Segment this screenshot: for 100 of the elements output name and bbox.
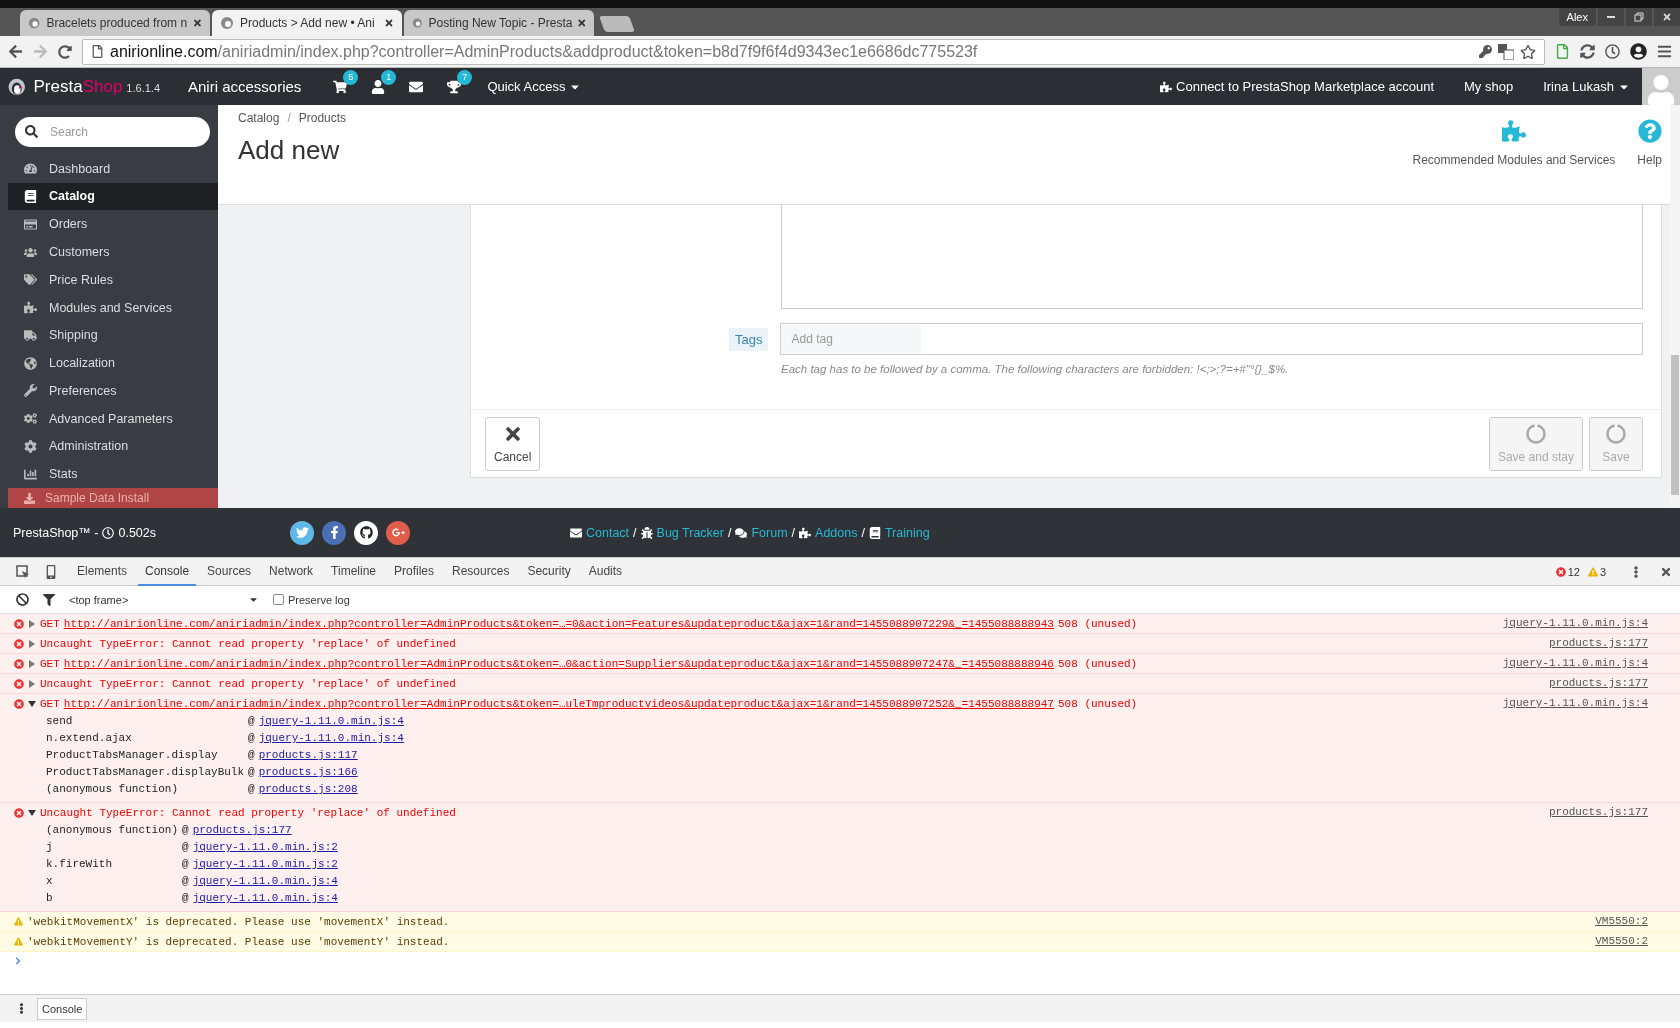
address-bar[interactable]: anirionline.com/aniriadmin/index.php?controller=AdminProducts&addproduct&token=b8d7f9f6f4d9343ec1e6686dc775523f	[82, 38, 1545, 65]
drawer-tab[interactable]: Console	[37, 997, 88, 1020]
mobile-icon[interactable]	[44, 564, 58, 579]
close-icon[interactable]	[384, 18, 394, 28]
source-link[interactable]: products.js:208	[258, 783, 404, 795]
trophy-icon[interactable]	[447, 79, 462, 94]
footer-link[interactable]: Training	[868, 525, 930, 540]
breadcrumb-link[interactable]: Products	[298, 111, 347, 125]
facebook-button[interactable]	[322, 520, 346, 545]
source-link[interactable]: VM5550:2	[1595, 915, 1648, 927]
reload-icon[interactable]	[58, 44, 72, 59]
sidebar-item[interactable]: Advanced Parameters	[8, 404, 218, 433]
request-url[interactable]: http://anirionline.com/aniriadmin/index.php?controller=AdminProducts&token=…0&action=Suppliers&updateproduct&ajax=1&rand=1455088907247&_=1455088888946	[63, 657, 1054, 670]
menu-icon[interactable]	[1657, 44, 1672, 59]
shop-name[interactable]: Aniri accessories	[188, 78, 302, 95]
sidebar-item[interactable]: Orders	[8, 210, 218, 239]
source-link[interactable]: jquery-1.11.0.min.js:4	[1502, 697, 1648, 709]
footer-link[interactable]: Bug Tracker	[640, 525, 724, 540]
preserve-log-checkbox[interactable]: Preserve log	[273, 593, 350, 606]
source-link[interactable]: jquery-1.11.0.min.js:4	[1502, 617, 1648, 629]
sidebar-item[interactable]: Localization	[8, 349, 218, 377]
browser-tab[interactable]: Products > Add new • Ani	[212, 10, 402, 36]
footer-link[interactable]: Forum	[735, 525, 788, 540]
devtools-tab[interactable]: Resources	[445, 557, 517, 586]
collapsed-arrow-icon[interactable]	[28, 639, 36, 648]
new-tab-button[interactable]	[599, 16, 635, 32]
close-icon[interactable]	[193, 18, 202, 28]
close-icon[interactable]	[1660, 565, 1672, 578]
source-link[interactable]: jquery-1.11.0.min.js:4	[1502, 657, 1648, 669]
devtools-tab[interactable]: Sources	[200, 557, 259, 586]
source-link[interactable]: jquery-1.11.0.min.js:4	[258, 732, 404, 744]
request-url[interactable]: http://anirionline.com/aniriadmin/index.php?controller=AdminProducts&token=…uleTmproductvideos&updateproduct&ajax=1&rand=1455088907252&_=1455088888947	[63, 697, 1054, 710]
user-icon[interactable]	[371, 79, 386, 94]
key-icon[interactable]	[1479, 45, 1492, 58]
browser-tab[interactable]: Posting New Topic - Presta	[404, 10, 594, 36]
cancel-button[interactable]: Cancel	[485, 416, 541, 471]
source-link[interactable]: products.js:177	[1548, 677, 1648, 689]
clear-icon[interactable]	[16, 593, 29, 606]
source-link[interactable]: products.js:117	[258, 749, 404, 761]
minimize-button[interactable]	[1598, 8, 1624, 26]
twitter-button[interactable]	[290, 520, 314, 545]
source-link[interactable]: VM5550:2	[1595, 935, 1648, 947]
devtools-tab[interactable]: Network	[262, 557, 321, 586]
my-shop-link[interactable]: My shop	[1464, 79, 1514, 94]
devtools-tab[interactable]: Profiles	[387, 557, 442, 586]
collapsed-arrow-icon[interactable]	[28, 619, 36, 628]
footer-link[interactable]: Contact	[570, 525, 630, 540]
marketplace-link[interactable]: Connect to PrestaShop Marketplace account	[1160, 79, 1435, 94]
help-button[interactable]: Help	[1631, 105, 1668, 204]
sync-icon[interactable]	[1580, 44, 1595, 59]
modules-button[interactable]: Recommended Modules and Services	[1406, 105, 1622, 204]
sidebar-item[interactable]: Catalog	[8, 182, 218, 211]
sidebar-item[interactable]: Administration	[8, 432, 218, 461]
source-link[interactable]: products.js:177	[192, 824, 338, 836]
expanded-arrow-icon[interactable]	[28, 699, 36, 708]
expanded-arrow-icon[interactable]	[28, 808, 36, 817]
filter-icon[interactable]	[43, 593, 55, 606]
user-menu[interactable]: Irina Lukash	[1543, 79, 1630, 94]
close-icon[interactable]	[578, 18, 586, 28]
source-link[interactable]: jquery-1.11.0.min.js:4	[258, 715, 404, 727]
source-link[interactable]: products.js:166	[258, 766, 404, 778]
sidebar-item[interactable]: Dashboard	[8, 154, 218, 183]
sidebar-item[interactable]: Price Rules	[8, 265, 218, 294]
devtools-tab[interactable]: Console	[138, 557, 197, 586]
error-count[interactable]: 12	[1555, 565, 1580, 578]
source-link[interactable]: products.js:177	[1548, 806, 1648, 818]
source-link[interactable]: jquery-1.11.0.min.js:4	[192, 892, 338, 904]
restore-button[interactable]	[1626, 8, 1652, 26]
tag-input[interactable]: Add tag	[781, 325, 922, 353]
source-link[interactable]: jquery-1.11.0.min.js:4	[192, 875, 338, 887]
cart-icon[interactable]	[333, 79, 348, 94]
devtools-tab[interactable]: Security	[520, 557, 578, 586]
back-icon[interactable]	[8, 44, 23, 59]
devtools-tab[interactable]: Elements	[70, 557, 135, 586]
inspect-icon[interactable]	[16, 564, 30, 579]
close-button[interactable]	[1654, 8, 1680, 26]
quick-access-menu[interactable]: Quick Access	[487, 79, 582, 94]
sidebar-item[interactable]: Shipping	[8, 321, 218, 350]
sidebar-item[interactable]: Customers	[8, 238, 218, 266]
source-link[interactable]: jquery-1.11.0.min.js:2	[192, 841, 338, 853]
envelope-icon[interactable]	[409, 79, 424, 94]
github-button[interactable]	[354, 520, 378, 545]
source-link[interactable]: products.js:177	[1548, 637, 1648, 649]
tags-field[interactable]: Add tag	[780, 323, 1643, 355]
star-icon[interactable]	[1520, 43, 1536, 60]
devtools-tab[interactable]: Audits	[581, 557, 630, 586]
collapsed-arrow-icon[interactable]	[28, 679, 36, 688]
translate-icon[interactable]	[1498, 43, 1514, 60]
collapsed-arrow-icon[interactable]	[28, 659, 36, 668]
sidebar-item[interactable]: Modules and Services	[8, 293, 218, 322]
frame-select[interactable]: <top frame>	[69, 593, 259, 606]
google-plus-button[interactable]	[386, 520, 410, 545]
sidebar-item[interactable]: Preferences	[8, 377, 218, 405]
warning-count[interactable]: 3	[1587, 565, 1606, 578]
search-field[interactable]: Search	[15, 117, 210, 147]
breadcrumb-link[interactable]: Catalog	[238, 111, 280, 125]
sidebar-item[interactable]: Stats	[8, 460, 218, 489]
request-url[interactable]: http://anirionline.com/aniriadmin/index.php?controller=AdminProducts&token=…=0&action=Features&updateproduct&ajax=1&rand=1455088907229&_=1455088888943	[63, 617, 1054, 630]
footer-link[interactable]: Addons	[799, 525, 858, 540]
devtools-tab[interactable]: Timeline	[324, 557, 383, 586]
